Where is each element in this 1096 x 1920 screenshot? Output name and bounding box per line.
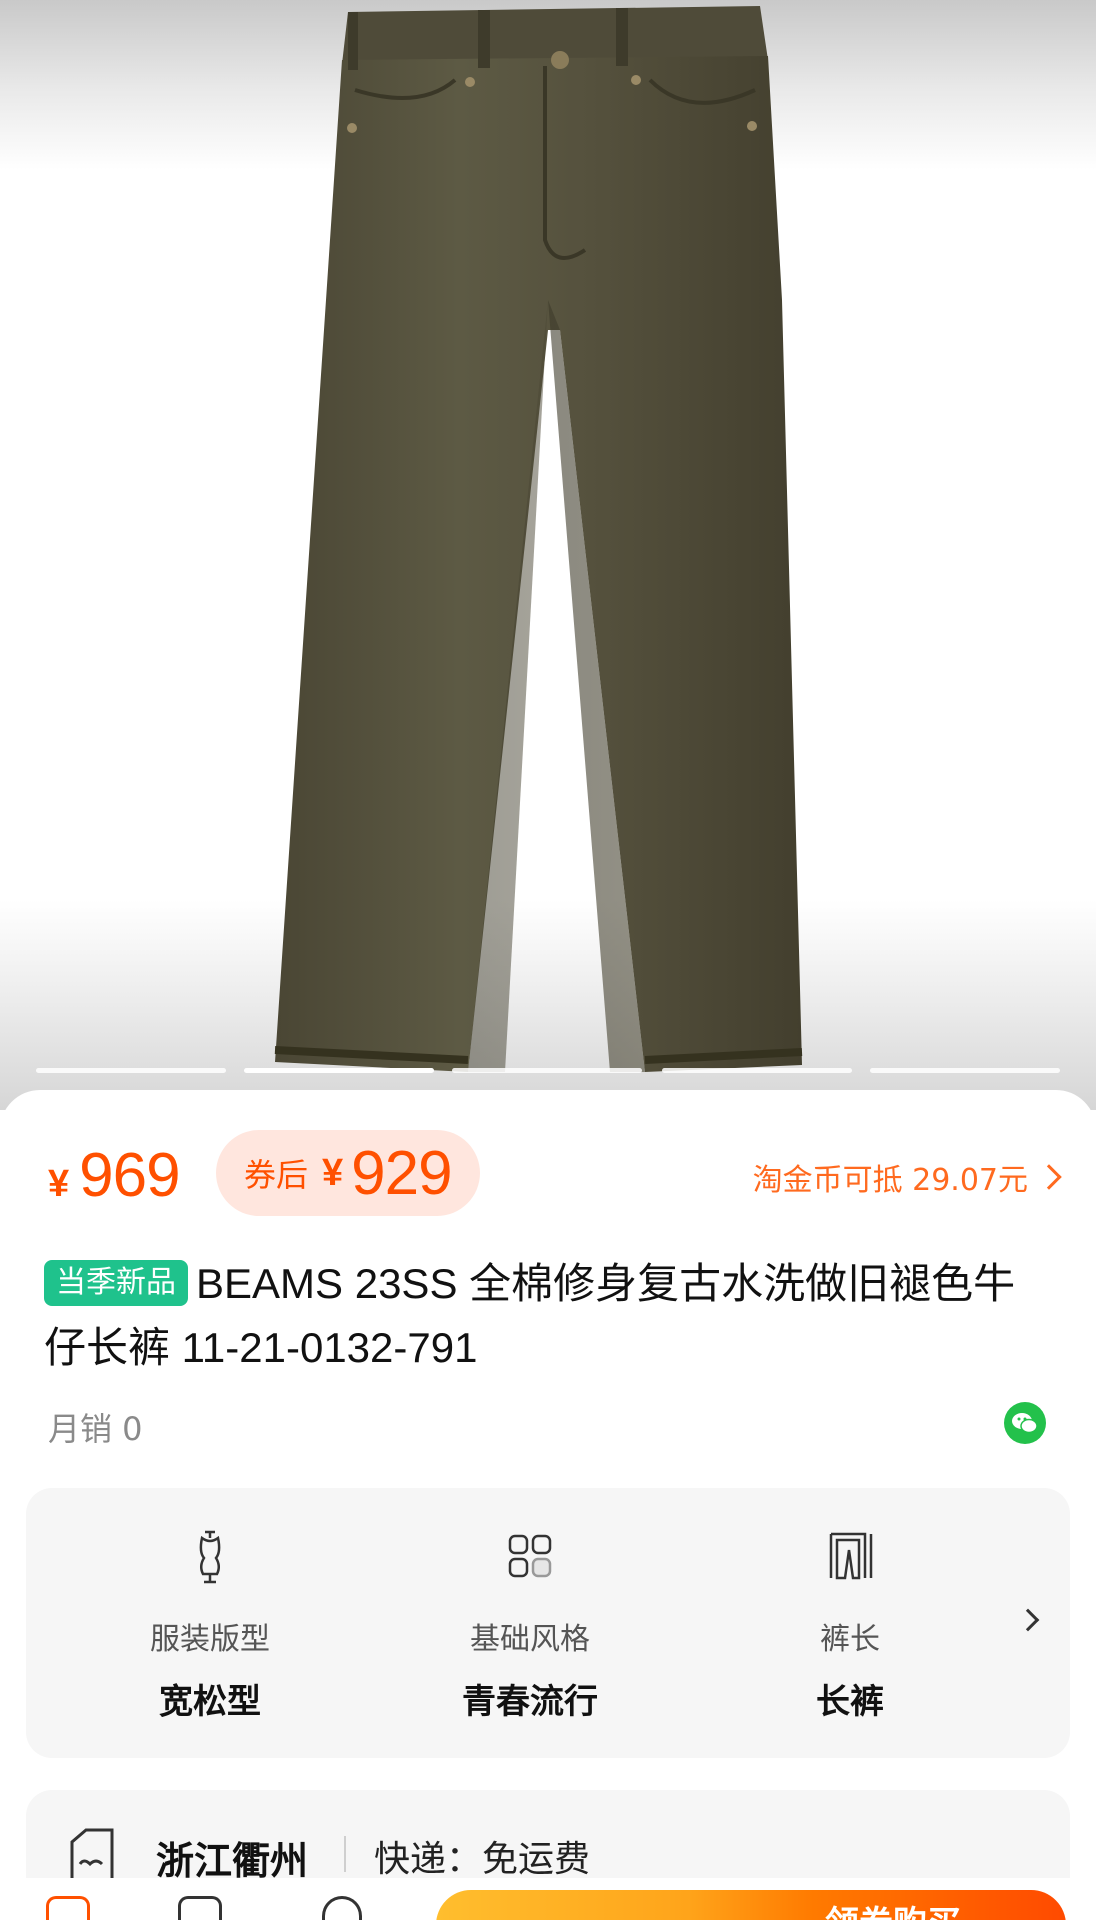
price-value: 969 [79,1141,180,1210]
pager-segment-active [244,1068,434,1073]
product-info-card: ¥ 969 券后 ¥ 929 淘金币可抵 29.07元 当季新品 BEAMS 23… [0,1090,1096,1920]
ship-from-city: 浙江衢州 [156,1839,309,1883]
buy-with-coupon-button[interactable] [436,1890,1066,1920]
collect-icon[interactable] [322,1896,362,1920]
coupon-price-badge[interactable]: 券后 ¥ 929 [216,1130,480,1216]
buy-with-coupon-label: 领券购买 [825,1896,961,1920]
attribute-label: 服装版型 [150,1622,270,1657]
taojinbi-text: 淘金币可抵 29.07元 [752,1163,1028,1198]
gallery-pager [0,1068,1096,1076]
wechat-share-icon[interactable] [1004,1402,1046,1444]
customer-service-icon[interactable] [178,1896,222,1920]
shop-icon[interactable] [46,1896,90,1920]
delivery-icon [70,1828,114,1882]
divider [344,1836,346,1872]
attribute-pants-length: 裤长 长裤 [720,1488,980,1758]
currency-symbol: ¥ [48,1163,70,1205]
pager-segment [870,1068,1060,1073]
coupon-price-value: 929 [351,1138,452,1208]
pager-segment [452,1068,642,1073]
bottom-action-bar: 领券购买 [0,1878,1096,1920]
product-image [274,6,803,1072]
dress-form-icon [199,1530,221,1584]
pants-length-icon [829,1532,873,1580]
chevron-right-icon [1036,1164,1062,1190]
coupon-currency-symbol: ¥ [322,1151,344,1194]
pager-segment [662,1068,852,1073]
attribute-label: 裤长 [820,1622,880,1657]
grid-icon [508,1534,552,1578]
product-attributes-panel[interactable]: 服装版型 宽松型 基础风格 青春流行 裤长 长裤 [26,1488,1070,1758]
coupon-label: 券后 [244,1156,309,1194]
pager-segment [36,1068,226,1073]
new-season-tag: 当季新品 [44,1260,188,1306]
price-row: ¥ 969 券后 ¥ 929 淘金币可抵 29.07元 [48,1130,1062,1230]
chevron-right-icon[interactable] [1016,1608,1040,1632]
attribute-style: 基础风格 青春流行 [400,1488,660,1758]
product-image-gallery[interactable] [0,0,1096,1110]
monthly-sales: 月销 0 [48,1410,143,1448]
attribute-value: 青春流行 [462,1682,598,1722]
product-title: 当季新品 BEAMS 23SS 全棉修身复古水洗做旧褪色牛仔长裤 11-21-01… [44,1252,1054,1380]
attribute-value: 长裤 [816,1682,884,1722]
attribute-label: 基础风格 [470,1622,590,1657]
shipping-method: 快递：免运费 [374,1839,591,1880]
current-price: ¥ 969 [48,1140,181,1211]
product-title-text: BEAMS 23SS 全棉修身复古水洗做旧褪色牛仔长裤 11-21-0132-7… [44,1260,1016,1371]
attribute-value: 宽松型 [159,1682,261,1722]
attribute-fit: 服装版型 宽松型 [80,1488,340,1758]
taojinbi-discount-link[interactable]: 淘金币可抵 29.07元 [752,1152,1062,1202]
